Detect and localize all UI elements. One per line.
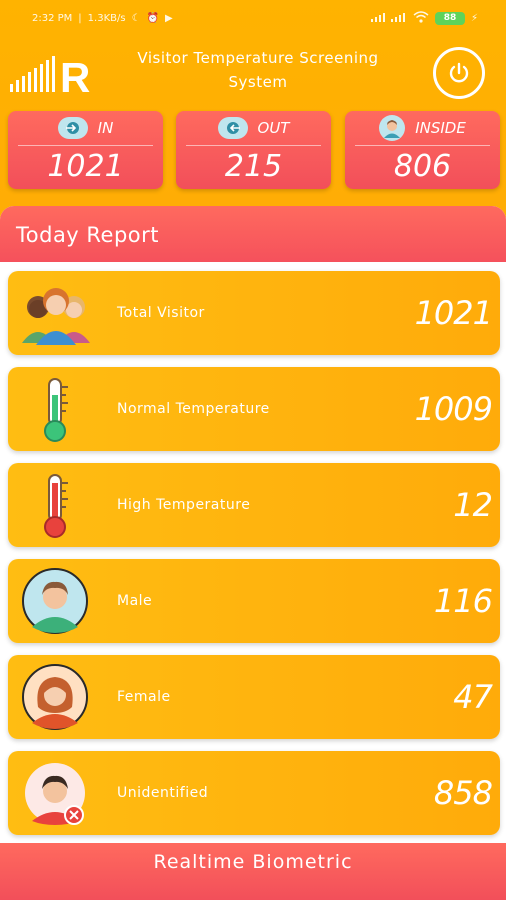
power-icon [449,62,469,83]
moon-icon: ☾ [131,12,141,24]
counter-inside-label: INSIDE [415,119,466,137]
alarm-icon: ⏰ [146,12,159,24]
wifi-icon [413,10,429,26]
report-card-total-visitor[interactable]: Total Visitor 1021 [8,271,500,355]
status-left: 2:32 PM | 1.3KB/s ☾ ⏰ ▶ [32,12,173,24]
report-card-male[interactable]: Male 116 [8,559,500,643]
counter-in-value: 1021 [47,149,124,184]
thermometer-high-icon [20,471,90,539]
counter-out-label: OUT [257,119,290,137]
report-label-normal-temperature: Normal Temperature [117,401,270,417]
female-avatar-icon [20,663,90,731]
report-label-unidentified: Unidentified [117,785,209,801]
group-icon [20,279,90,347]
report-label-female: Female [117,689,171,705]
report-card-high-temperature[interactable]: High Temperature 12 [8,463,500,547]
status-bar: 2:32 PM | 1.3KB/s ☾ ⏰ ▶ 88 ⚡ [0,0,506,36]
counter-out[interactable]: OUT 215 [176,111,331,189]
charging-icon: ⚡ [470,12,478,24]
counter-in-label: IN [97,119,114,137]
counter-inside-value: 806 [393,149,452,184]
video-icon: ▶ [165,12,173,24]
report-value-female: 47 [453,678,493,716]
report-value-normal-temperature: 1009 [414,390,493,428]
thermometer-normal-icon [20,375,90,443]
counter-inside[interactable]: INSIDE 806 [345,111,500,189]
svg-text:R: R [60,54,90,94]
report-card-unidentified[interactable]: Unidentified 858 [8,751,500,835]
report-value-total-visitor: 1021 [414,294,493,332]
male-avatar-icon [20,567,90,635]
status-right: 88 ⚡ [370,10,478,26]
person-icon [379,115,406,141]
counters-row: IN 1021 OUT 215 INSIDE 806 [0,111,506,191]
battery-icon: 88 [434,11,465,25]
counter-out-value: 215 [224,149,283,184]
enter-icon [57,117,88,139]
exit-icon [217,117,248,139]
report-value-high-temperature: 12 [453,486,493,524]
report-label-male: Male [117,593,153,609]
report-label-high-temperature: High Temperature [117,497,251,513]
power-button[interactable] [433,47,485,99]
app-title: Visitor Temperature Screening System [137,49,379,91]
status-network-speed: 1.3KB/s [87,12,126,24]
report-label-total-visitor: Total Visitor [117,305,205,321]
report-card-normal-temperature[interactable]: Normal Temperature 1009 [8,367,500,451]
report-value-male: 116 [433,582,493,620]
realtime-biometric-button[interactable]: Realtime Biometric [0,843,506,900]
report-value-unidentified: 858 [433,774,493,812]
counter-in[interactable]: IN 1021 [8,111,163,189]
report-title: Today Report [0,206,506,262]
app-header: R Visitor Temperature Screening System [0,36,506,106]
report-card-female[interactable]: Female 47 [8,655,500,739]
status-time: 2:32 PM [32,12,73,24]
app-logo: R [8,48,92,101]
signal-icon [370,12,407,25]
unidentified-avatar-icon [20,759,90,827]
